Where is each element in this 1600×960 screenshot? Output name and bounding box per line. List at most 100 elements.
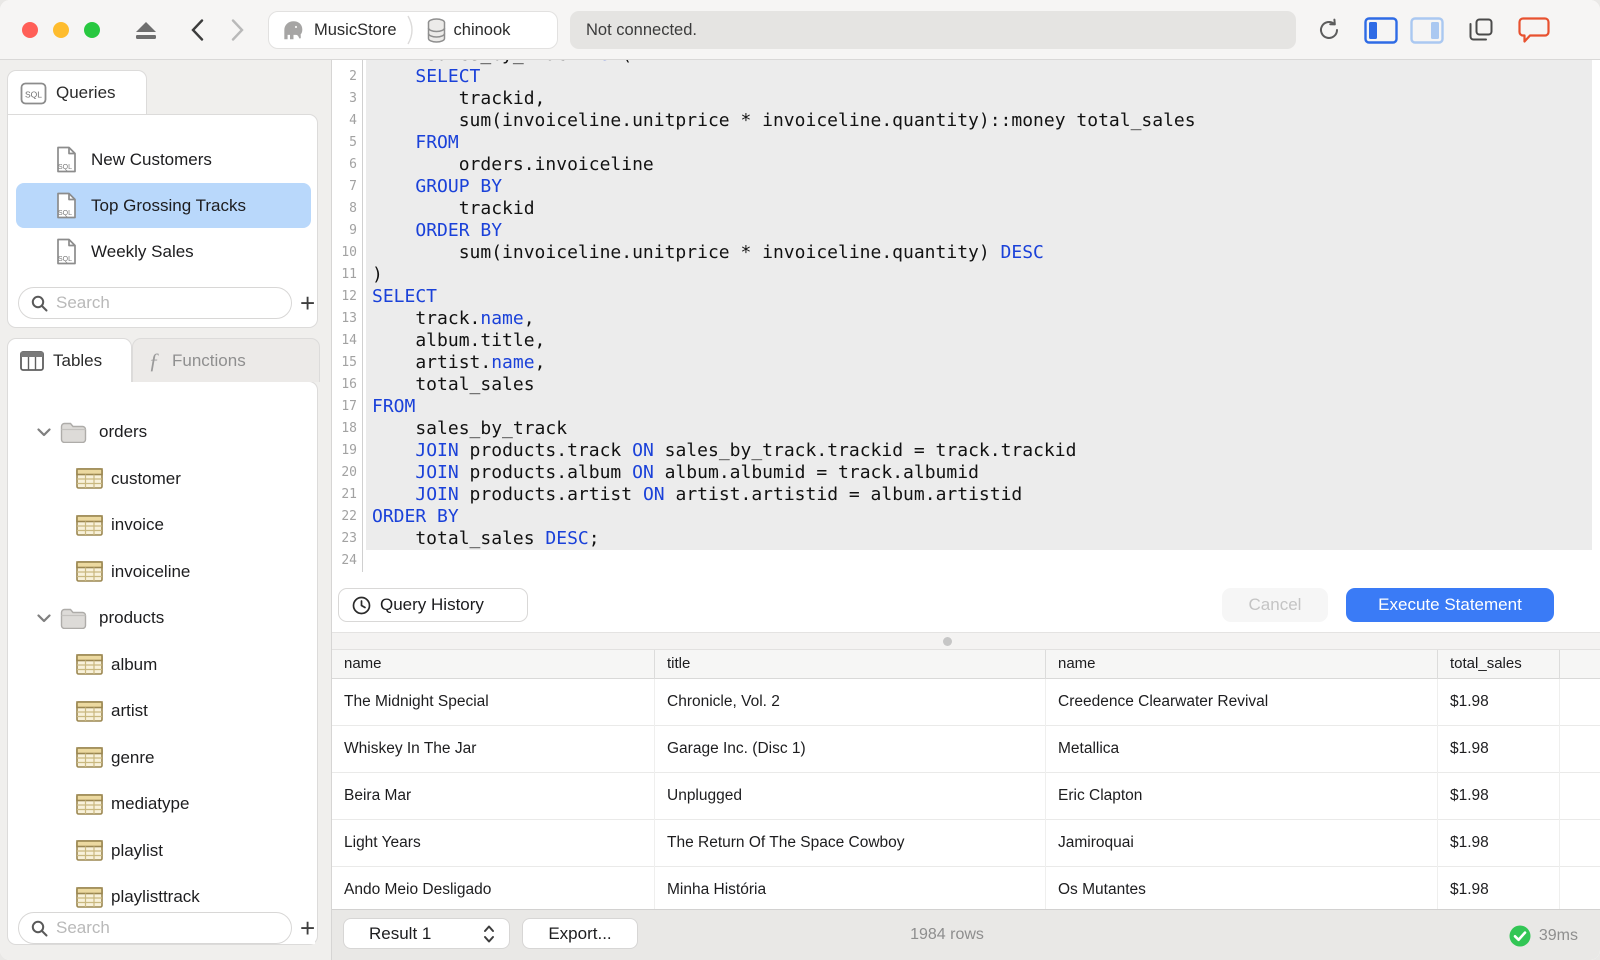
add-table-button[interactable]: +: [300, 915, 315, 941]
close-button[interactable]: [22, 22, 38, 38]
cancel-button[interactable]: Cancel: [1222, 588, 1328, 622]
splitter-handle[interactable]: [943, 637, 952, 646]
tree-table-row[interactable]: mediatype: [16, 781, 311, 827]
table-cell[interactable]: The Return Of The Space Cowboy: [655, 820, 1046, 867]
execute-statement-button[interactable]: Execute Statement: [1346, 588, 1554, 622]
code-line[interactable]: sum(invoiceline.unitprice * invoiceline.…: [366, 110, 1592, 132]
table-cell[interactable]: Ando Meio Desligado: [332, 867, 655, 914]
tables-search-input[interactable]: [56, 918, 256, 938]
code-line[interactable]: SELECT: [366, 66, 1592, 88]
table-cell[interactable]: $1.98: [1438, 820, 1560, 867]
code-line[interactable]: sales_by_track: [366, 418, 1592, 440]
table-cell[interactable]: Beira Mar: [332, 773, 655, 820]
table-row[interactable]: Light Years The Return Of The Space Cowbo…: [332, 820, 1600, 867]
add-query-button[interactable]: +: [300, 290, 315, 316]
tree-schema-row[interactable]: products: [16, 595, 311, 641]
code-line[interactable]: JOIN products.album ON album.albumid = t…: [366, 462, 1592, 484]
table-cell[interactable]: Whiskey In The Jar: [332, 726, 655, 773]
tab-queries[interactable]: SQL Queries: [7, 70, 147, 115]
forward-button[interactable]: [224, 0, 250, 60]
tab-tables[interactable]: Tables: [7, 338, 132, 382]
table-cell[interactable]: Os Mutantes: [1046, 867, 1438, 914]
table-cell[interactable]: $1.98: [1438, 773, 1560, 820]
table-cell[interactable]: Jamiroquai: [1046, 820, 1438, 867]
tab-functions[interactable]: ƒ Functions: [132, 338, 320, 382]
eject-button[interactable]: [132, 0, 160, 60]
code-line[interactable]: total_sales DESC;: [366, 528, 1592, 550]
tree-table-row[interactable]: artist: [16, 688, 311, 734]
code-line[interactable]: GROUP BY: [366, 176, 1592, 198]
tables-search-field[interactable]: [18, 912, 292, 944]
code-line[interactable]: total_sales: [366, 374, 1592, 396]
code-line[interactable]: album.title,: [366, 330, 1592, 352]
refresh-button[interactable]: [1315, 0, 1343, 60]
table-cell[interactable]: Light Years: [332, 820, 655, 867]
table-row[interactable]: The Midnight Special Chronicle, Vol. 2 Cre…: [332, 679, 1600, 726]
zoom-button[interactable]: [84, 22, 100, 38]
toggle-right-sidebar-button[interactable]: [1408, 0, 1446, 60]
query-item[interactable]: SQL Top Grossing Tracks: [16, 183, 311, 228]
code-line[interactable]: trackid,: [366, 88, 1592, 110]
table-cell[interactable]: $1.98: [1438, 867, 1560, 914]
results-column-header[interactable]: total_sales: [1438, 650, 1560, 679]
code-line[interactable]: sum(invoiceline.unitprice * invoiceline.…: [366, 242, 1592, 264]
tree-table-row[interactable]: customer: [16, 456, 311, 502]
chevron-down-icon[interactable]: [37, 613, 51, 623]
table-cell[interactable]: Unplugged: [655, 773, 1046, 820]
table-cell[interactable]: Metallica: [1046, 726, 1438, 773]
code-line[interactable]: artist.name,: [366, 352, 1592, 374]
editor-results-splitter[interactable]: [332, 632, 1600, 650]
query-item[interactable]: SQL New Customers: [16, 137, 311, 182]
table-icon: [76, 747, 103, 768]
toggle-left-sidebar-button[interactable]: [1362, 0, 1400, 60]
export-button[interactable]: Export...: [522, 918, 638, 949]
table-row[interactable]: Whiskey In The Jar Garage Inc. (Disc 1) Me…: [332, 726, 1600, 773]
table-cell[interactable]: Eric Clapton: [1046, 773, 1438, 820]
results-column-header[interactable]: title: [655, 650, 1046, 679]
back-button[interactable]: [184, 0, 210, 60]
minimize-button[interactable]: [53, 22, 69, 38]
tree-schema-row[interactable]: orders: [16, 409, 311, 455]
tree-table-row[interactable]: album: [16, 642, 311, 688]
table-cell[interactable]: Minha História: [655, 867, 1046, 914]
chevron-down-icon[interactable]: [37, 427, 51, 437]
tree-table-row[interactable]: genre: [16, 735, 311, 781]
table-cell[interactable]: Garage Inc. (Disc 1): [655, 726, 1046, 773]
table-label: mediatype: [111, 794, 190, 813]
table-cell[interactable]: $1.98: [1438, 726, 1560, 773]
tree-table-row[interactable]: invoiceline: [16, 549, 311, 595]
breadcrumb-server[interactable]: MusicStore: [269, 12, 407, 48]
code-line[interactable]: JOIN products.artist ON artist.artistid …: [366, 484, 1592, 506]
results-column-header[interactable]: name: [1046, 650, 1438, 679]
sql-editor[interactable]: 123456789101112131415161718192021222324 …: [332, 60, 1600, 632]
sql-text: sales_by_track: [415, 60, 588, 65]
tree-table-row[interactable]: playlist: [16, 828, 311, 874]
queries-search-field[interactable]: [18, 287, 292, 319]
code-line[interactable]: JOIN products.track ON sales_by_track.tr…: [366, 440, 1592, 462]
tree-table-row[interactable]: invoice: [16, 502, 311, 548]
code-line[interactable]: ORDER BY: [366, 220, 1592, 242]
query-history-button[interactable]: Query History: [338, 588, 528, 622]
table-cell[interactable]: Creedence Clearwater Revival: [1046, 679, 1438, 726]
table-row[interactable]: Beira Mar Unplugged Eric Clapton $1.98: [332, 773, 1600, 820]
window-copy-button[interactable]: [1463, 0, 1499, 60]
table-cell[interactable]: $1.98: [1438, 679, 1560, 726]
code-line[interactable]: SELECT: [366, 286, 1592, 308]
code-line[interactable]: orders.invoiceline: [366, 154, 1592, 176]
table-cell[interactable]: The Midnight Special: [332, 679, 655, 726]
result-selector[interactable]: Result 1: [343, 918, 510, 949]
code-line[interactable]: ORDER BY: [366, 506, 1592, 528]
query-item[interactable]: SQL Weekly Sales: [16, 229, 311, 274]
feedback-button[interactable]: [1514, 0, 1554, 60]
table-cell[interactable]: Chronicle, Vol. 2: [655, 679, 1046, 726]
results-column-header[interactable]: name: [332, 650, 655, 679]
code-line[interactable]: FROM: [366, 396, 1592, 418]
code-line[interactable]: FROM: [366, 132, 1592, 154]
queries-search-input[interactable]: [56, 293, 256, 313]
code-line[interactable]: track.name,: [366, 308, 1592, 330]
code-line[interactable]: [366, 550, 1592, 572]
code-line[interactable]: ): [366, 264, 1592, 286]
code-line[interactable]: trackid: [366, 198, 1592, 220]
breadcrumb-database[interactable]: chinook: [417, 12, 521, 48]
table-row[interactable]: Ando Meio Desligado Minha História Os Muta…: [332, 867, 1600, 914]
